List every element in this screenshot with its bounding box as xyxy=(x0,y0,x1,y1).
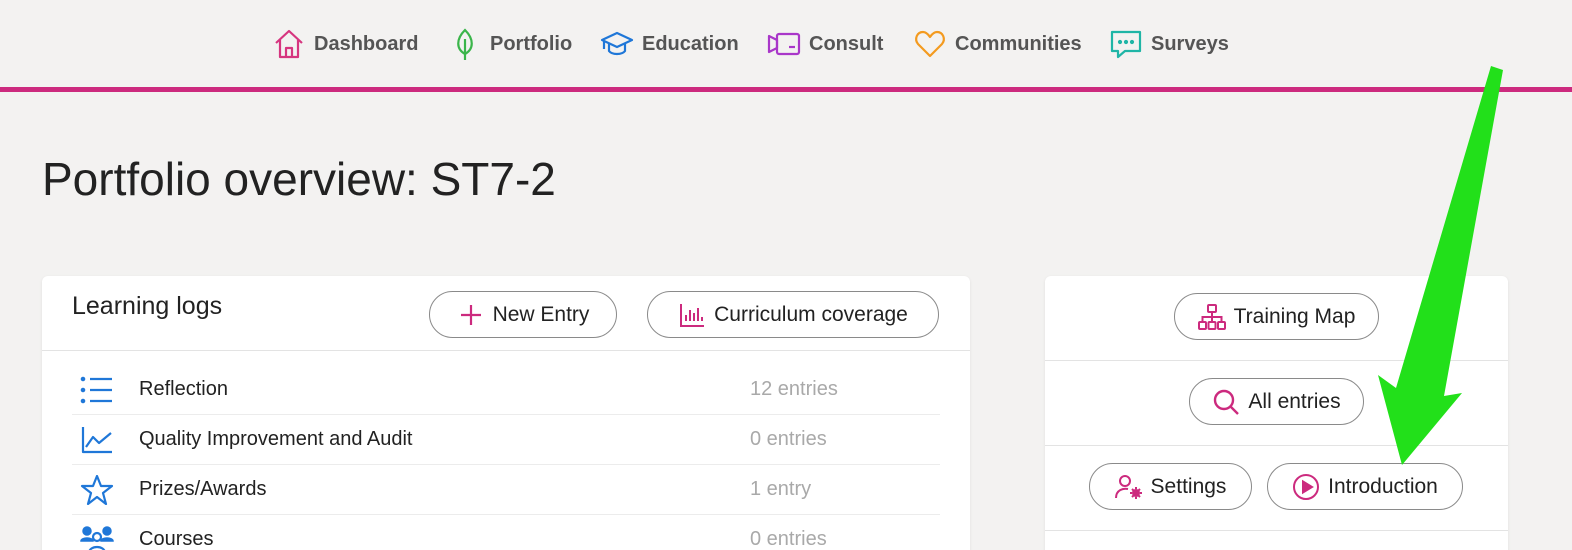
training-map-label: Training Map xyxy=(1233,304,1356,328)
log-row-label: Prizes/Awards xyxy=(139,478,267,500)
log-row-label: Courses xyxy=(139,528,214,550)
nav-label-education: Education xyxy=(642,32,739,55)
heart-icon xyxy=(915,30,945,58)
nav-item-portfolio[interactable]: Portfolio xyxy=(448,24,572,64)
nav-label-surveys: Surveys xyxy=(1151,32,1229,55)
learning-logs-card: Learning logs New Entry Curriculum cover… xyxy=(42,276,970,550)
nav-item-dashboard[interactable]: Dashboard xyxy=(272,24,418,64)
log-row-reflection[interactable]: Reflection 12 entries xyxy=(72,365,940,415)
play-circle-icon xyxy=(1293,473,1320,500)
log-row-label: Reflection xyxy=(139,378,228,400)
new-entry-label: New Entry xyxy=(492,302,590,326)
settings-section: Settings Introduction xyxy=(1045,446,1508,531)
home-icon xyxy=(275,29,303,59)
nav-label-consult: Consult xyxy=(809,32,884,55)
nav-label-communities: Communities xyxy=(955,32,1082,55)
nav-item-surveys[interactable]: Surveys xyxy=(1109,24,1229,64)
all-entries-section: All entries xyxy=(1045,361,1508,446)
video-icon xyxy=(767,32,801,56)
curriculum-coverage-button[interactable]: Curriculum coverage xyxy=(647,291,939,338)
settings-button[interactable]: Settings xyxy=(1089,463,1252,510)
log-row-count: 0 entries xyxy=(750,528,827,550)
curriculum-coverage-label: Curriculum coverage xyxy=(714,302,908,326)
log-row-count: 12 entries xyxy=(750,378,838,400)
nav-label-dashboard: Dashboard xyxy=(314,32,419,55)
introduction-label: Introduction xyxy=(1328,474,1438,498)
log-row-quality-improvement[interactable]: Quality Improvement and Audit 0 entries xyxy=(72,415,940,465)
nav-item-communities[interactable]: Communities xyxy=(913,24,1082,64)
learning-logs-title: Learning logs xyxy=(72,292,223,320)
leaf-icon xyxy=(457,28,473,60)
chat-icon xyxy=(1110,30,1142,59)
log-row-count: 1 entry xyxy=(750,478,812,500)
page-title: Portfolio overview: ST7-2 xyxy=(42,153,556,205)
log-row-prizes-awards[interactable]: Prizes/Awards 1 entry xyxy=(72,465,940,515)
training-map-button[interactable]: Training Map xyxy=(1174,293,1379,340)
all-entries-button[interactable]: All entries xyxy=(1189,378,1364,425)
portfolio-actions-card: Training Map All entries Settings Introd… xyxy=(1045,276,1508,550)
settings-label: Settings xyxy=(1150,474,1227,498)
people-icon xyxy=(80,525,114,550)
log-row-courses[interactable]: Courses 0 entries xyxy=(72,515,940,550)
all-entries-label: All entries xyxy=(1248,389,1341,413)
nav-item-consult[interactable]: Consult xyxy=(767,24,883,64)
user-cog-icon xyxy=(1114,474,1142,499)
bar-chart-icon xyxy=(680,303,705,327)
line-chart-icon xyxy=(80,425,114,455)
sitemap-icon xyxy=(1197,303,1226,330)
star-icon xyxy=(80,474,114,506)
nav-item-education[interactable]: Education xyxy=(600,24,739,64)
learning-logs-header: Learning logs New Entry Curriculum cover… xyxy=(42,276,970,351)
log-row-count: 0 entries xyxy=(750,428,827,450)
new-entry-button[interactable]: New Entry xyxy=(429,291,617,338)
training-map-section: Training Map xyxy=(1045,276,1508,361)
plus-icon xyxy=(460,304,481,325)
graduation-cap-icon xyxy=(600,31,634,56)
list-icon xyxy=(80,375,114,405)
introduction-button[interactable]: Introduction xyxy=(1267,463,1463,510)
log-row-label: Quality Improvement and Audit xyxy=(139,428,413,450)
search-icon xyxy=(1214,389,1240,415)
top-navigation: Dashboard Portfolio Education Consult Co… xyxy=(0,0,1572,92)
nav-label-portfolio: Portfolio xyxy=(490,32,573,55)
